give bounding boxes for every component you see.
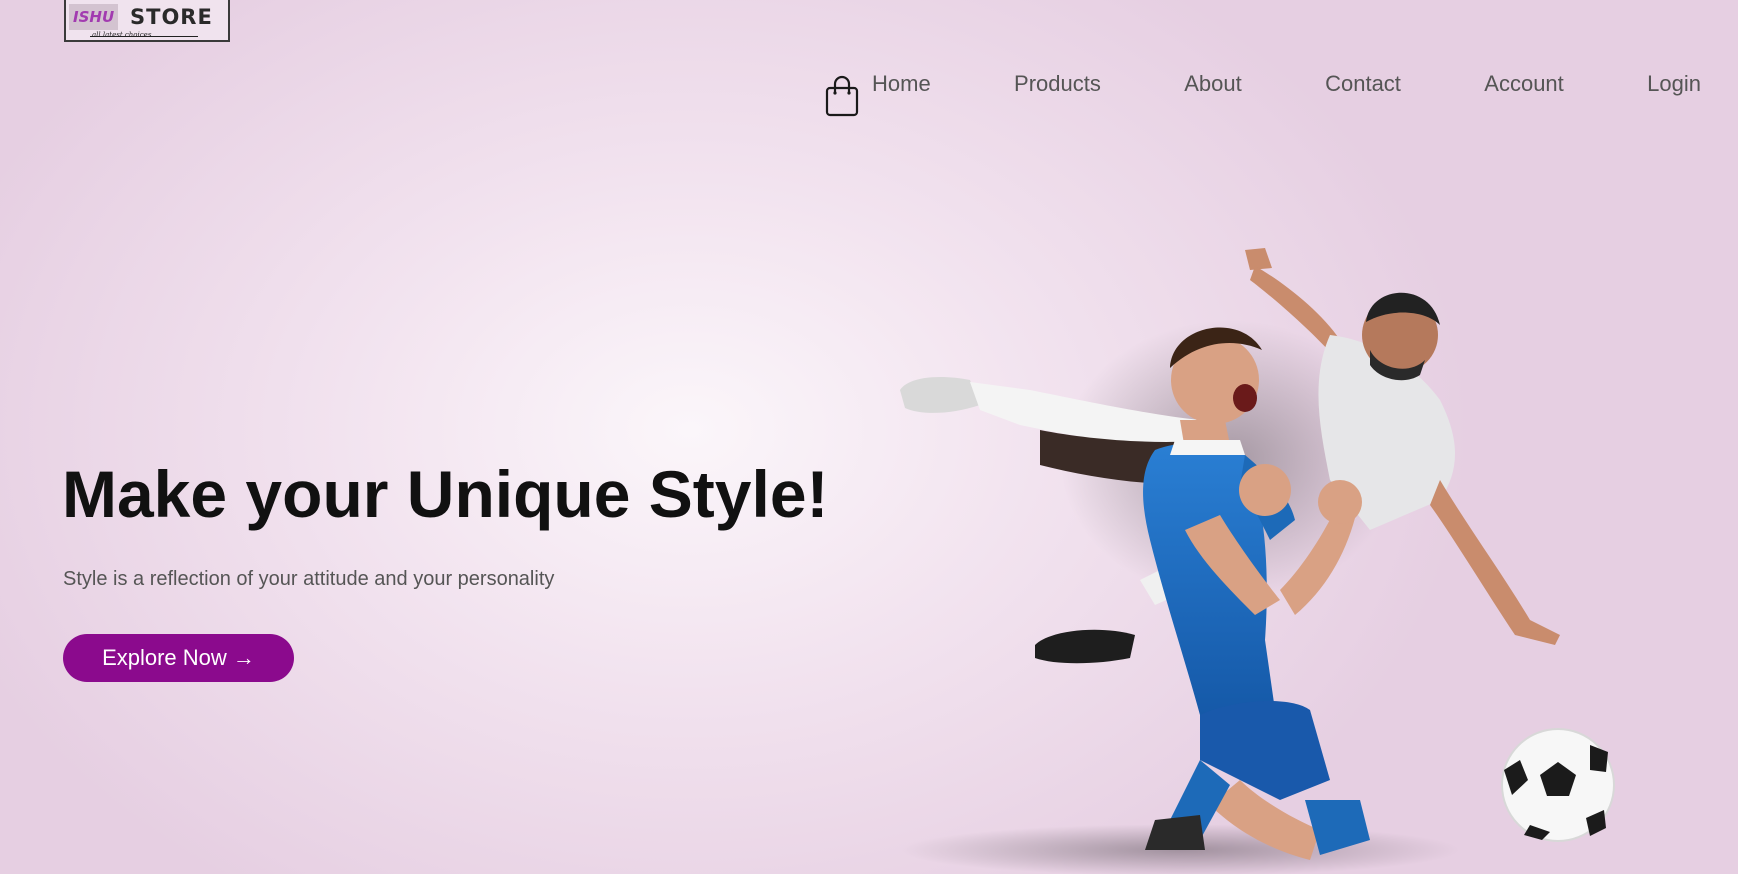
- football-ball: [1501, 728, 1615, 842]
- nav-login-link[interactable]: Login: [1645, 70, 1703, 98]
- hero-subtitle: Style is a reflection of your attitude a…: [63, 568, 555, 590]
- nav-about-link[interactable]: About: [1182, 70, 1244, 98]
- logo-store-text: STORE: [130, 5, 213, 29]
- main-nav: Home Products About Contact Account Logi…: [870, 70, 1703, 98]
- shopping-bag-icon[interactable]: [824, 74, 860, 118]
- nav-products-link[interactable]: Products: [1012, 70, 1103, 98]
- logo-brand-text: ISHU: [69, 4, 119, 30]
- hero-title: Make your Unique Style!: [62, 457, 829, 531]
- nav-account-link[interactable]: Account: [1482, 70, 1566, 98]
- hero-football-players-image: [900, 248, 1615, 874]
- nav-contact-link[interactable]: Contact: [1323, 70, 1403, 98]
- logo-underline: [90, 36, 198, 37]
- explore-now-button[interactable]: Explore Now →: [63, 634, 294, 682]
- store-logo[interactable]: ISHU STORE all latest choices: [64, 0, 230, 42]
- nav-home-link[interactable]: Home: [870, 70, 933, 98]
